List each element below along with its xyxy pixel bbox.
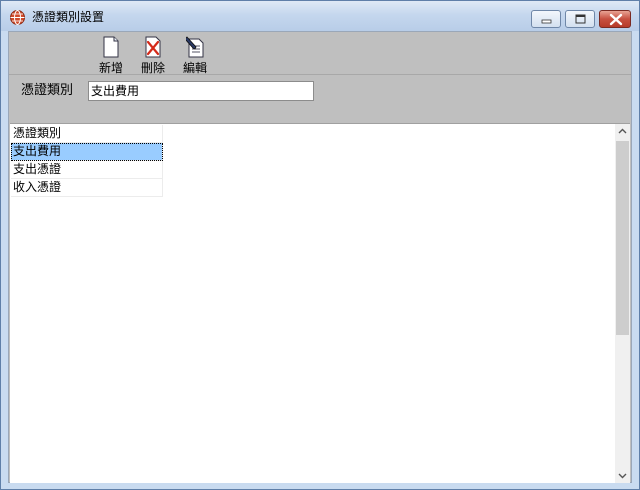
- category-input[interactable]: 支出費用: [88, 81, 314, 101]
- new-document-icon: [103, 36, 119, 58]
- new-button-label: 新增: [98, 61, 123, 75]
- toolbar-divider: [9, 74, 631, 75]
- list-item[interactable]: 收入憑證: [11, 179, 163, 197]
- edit-button-label: 編輯: [182, 61, 207, 75]
- list-item[interactable]: 支出費用: [11, 143, 163, 161]
- category-grid: 憑證類別 支出費用 支出憑證 收入憑證: [11, 125, 163, 197]
- window-title: 憑證類別設置: [32, 10, 105, 24]
- client-area: 新增 刪除 編輯 憑證類別 支出費用 憑證類別 支出費用 支出憑證 收入憑證: [8, 31, 632, 483]
- chevron-up-icon: [618, 128, 627, 134]
- maximize-button[interactable]: [565, 10, 595, 28]
- list-item[interactable]: 支出憑證: [11, 161, 163, 179]
- list-header[interactable]: 憑證類別: [11, 125, 163, 143]
- scroll-up-button[interactable]: [615, 124, 630, 139]
- close-button[interactable]: [599, 10, 631, 28]
- delete-button-label: 刪除: [140, 61, 165, 75]
- close-icon: [609, 13, 623, 26]
- edit-button[interactable]: 編輯: [175, 35, 215, 75]
- minimize-button[interactable]: [531, 10, 561, 28]
- category-label: 憑證類別: [21, 83, 74, 98]
- maximize-icon: [575, 14, 586, 24]
- title-bar[interactable]: 憑證類別設置: [1, 1, 639, 31]
- category-list: 憑證類別 支出費用 支出憑證 收入憑證: [10, 123, 630, 483]
- vertical-scrollbar[interactable]: [615, 124, 630, 483]
- new-button[interactable]: 新增: [91, 35, 131, 75]
- delete-icon: [145, 36, 161, 58]
- edit-icon: [186, 36, 204, 58]
- chevron-down-icon: [618, 473, 627, 479]
- delete-button[interactable]: 刪除: [133, 35, 173, 75]
- app-window: 憑證類別設置 新增 刪除 編輯 憑證類別 支出費用 憑證類別 支出費用 支出憑證…: [0, 0, 640, 490]
- minimize-icon: [541, 19, 552, 24]
- scroll-down-button[interactable]: [615, 468, 630, 483]
- scroll-thumb[interactable]: [616, 141, 629, 335]
- globe-icon: [10, 10, 25, 25]
